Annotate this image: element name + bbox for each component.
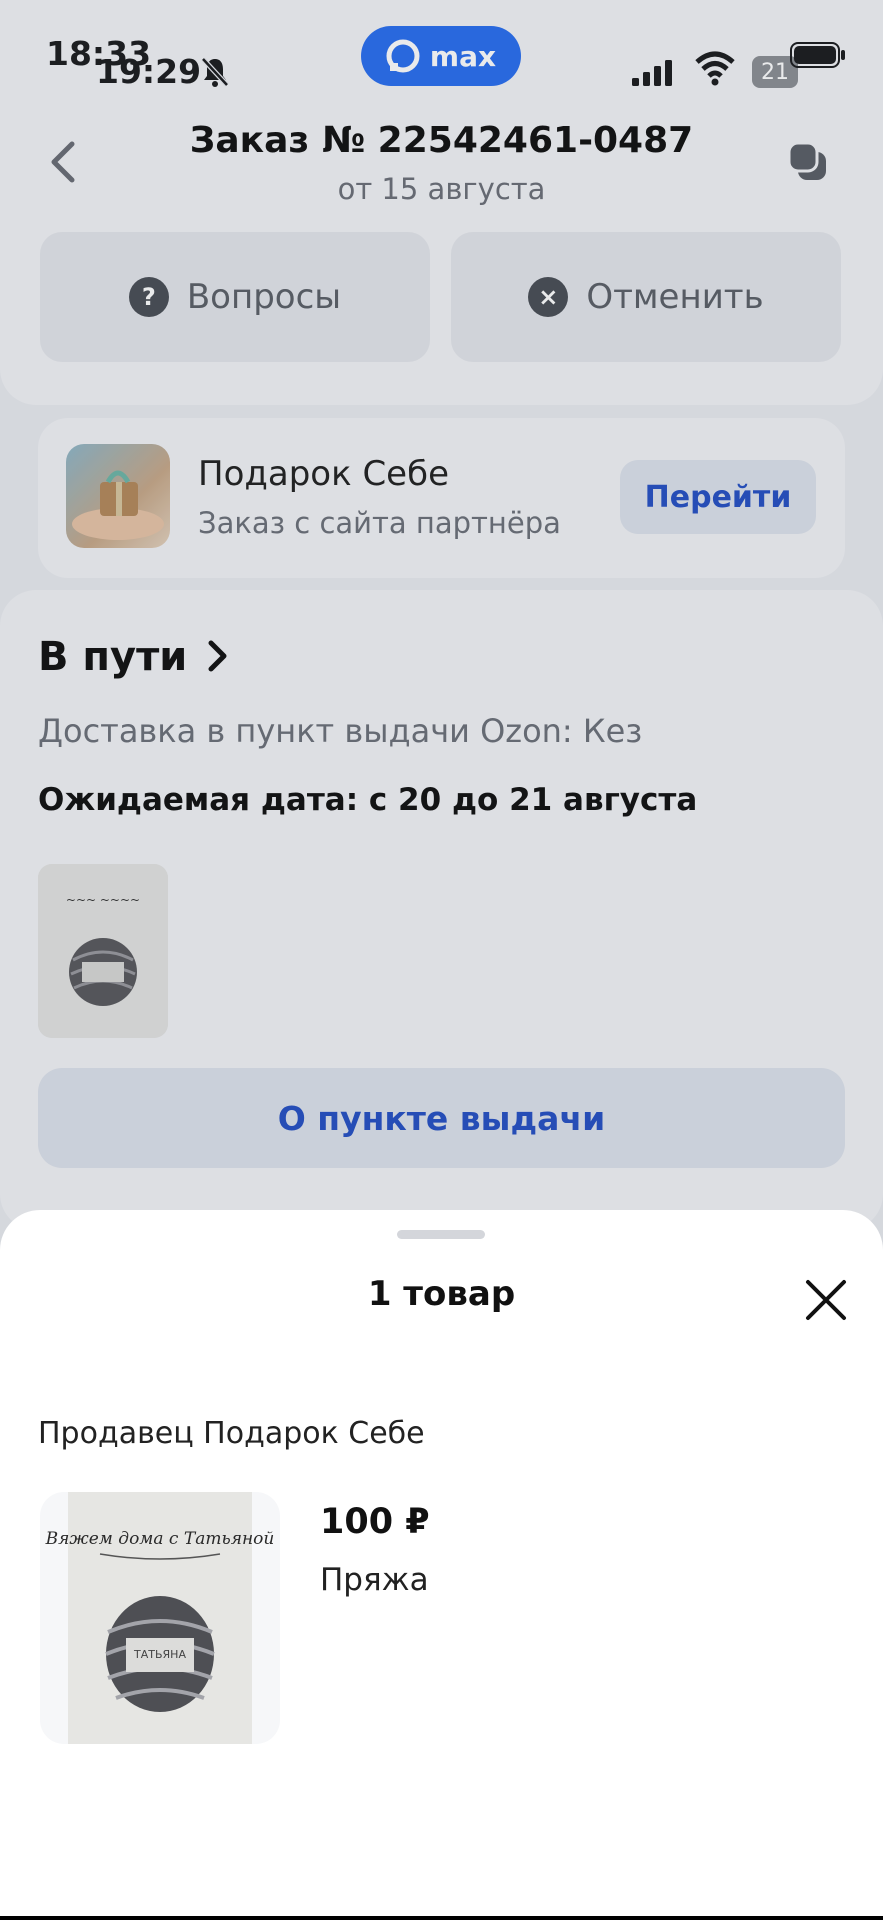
yarn-caption: Вяжем дома с Татьяной (45, 1529, 275, 1549)
yarn-label-text: ТАТЬЯНА (133, 1648, 186, 1661)
sheet-title: 1 товар (367, 1274, 516, 1314)
product-name[interactable]: Пряжа (320, 1562, 429, 1598)
screen: 18:33 19:29 max 21 Заказ № 22542461-0487… (0, 0, 883, 1916)
sheet-grabber[interactable] (397, 1230, 485, 1239)
items-bottom-sheet: 1 товар Продавец Подарок Себе Вяжем дома… (0, 1210, 883, 1916)
product-price: 100 ₽ (320, 1502, 430, 1542)
close-icon[interactable] (804, 1278, 848, 1322)
seller-label: Продавец Подарок Себе (38, 1416, 425, 1451)
product-image[interactable]: Вяжем дома с Татьяной ТАТЬЯНА (40, 1492, 280, 1744)
